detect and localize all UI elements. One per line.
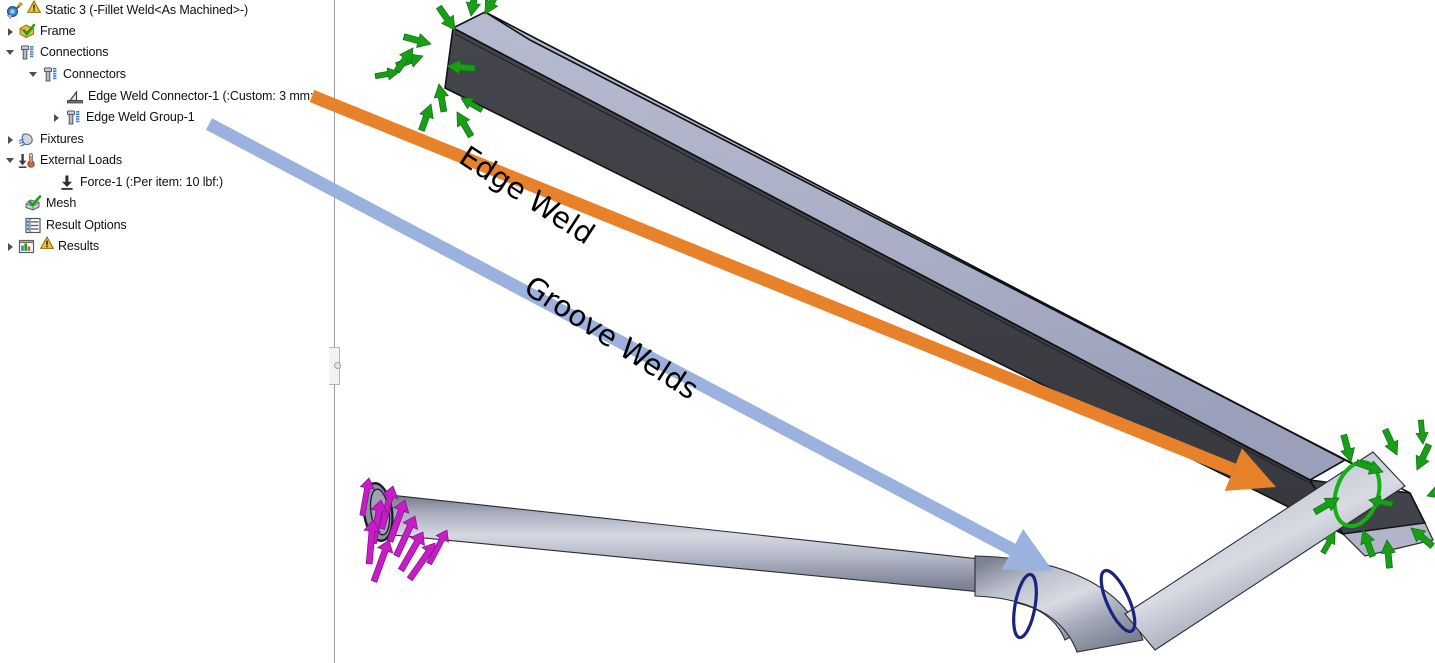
tree-item-result-options-label: Result Options <box>46 218 127 232</box>
tree-item-edge-weld-connector-label: Edge Weld Connector-1 (:Custom: 3 mm:) <box>88 89 318 103</box>
fixture-icon <box>18 131 36 148</box>
tree-item-mesh[interactable]: Mesh <box>24 193 76 214</box>
panel-splitter-grip-icon[interactable] <box>334 362 341 369</box>
tree-item-connections[interactable]: Connections <box>4 42 108 63</box>
tree-item-external-loads-label: External Loads <box>40 153 122 167</box>
warning-icon <box>39 235 55 257</box>
tree-item-results-label: Results <box>58 239 99 253</box>
tree-item-study[interactable]: Static 3 (-Fillet Weld<As Machined>-) <box>6 0 248 21</box>
tree-item-result-options[interactable]: Result Options <box>24 215 127 236</box>
tree-item-connectors[interactable]: Connectors <box>27 64 126 85</box>
simulation-study-icon <box>6 2 23 19</box>
external-loads-icon <box>18 152 36 169</box>
tree-item-results[interactable]: Results <box>4 235 99 257</box>
tree-item-connections-label: Connections <box>40 45 109 59</box>
results-folder-icon <box>18 238 36 255</box>
warning-icon <box>26 0 42 21</box>
tree-item-edge-weld-connector[interactable]: Edge Weld Connector-1 (:Custom: 3 mm:) <box>66 86 317 107</box>
simulation-study-tree-panel[interactable]: Static 3 (-Fillet Weld<As Machined>-) Fr… <box>0 0 334 663</box>
solidworks-simulation-screenshot: Static 3 (-Fillet Weld<As Machined>-) Fr… <box>0 0 1435 663</box>
collapse-chevron-icon-connectors[interactable] <box>27 68 40 81</box>
tree-item-force-label: Force-1 (:Per item: 10 lbf:) <box>80 175 224 189</box>
tree-item-edge-weld-group[interactable]: Edge Weld Group-1 <box>50 107 195 128</box>
tree-item-fixtures[interactable]: Fixtures <box>4 129 84 150</box>
part-body-check-icon <box>18 23 36 40</box>
tree-item-edge-weld-group-label: Edge Weld Group-1 <box>86 110 195 124</box>
mesh-icon <box>24 195 42 212</box>
expand-chevron-icon-frame[interactable] <box>4 25 17 38</box>
tree-item-connectors-label: Connectors <box>63 67 126 81</box>
expand-chevron-icon-edge-weld-group[interactable] <box>50 111 63 124</box>
tree-item-force[interactable]: Force-1 (:Per item: 10 lbf:) <box>58 172 223 193</box>
tree-item-fixtures-label: Fixtures <box>40 132 84 146</box>
expand-chevron-icon-results[interactable] <box>4 240 17 253</box>
force-arrow-icon <box>58 174 76 191</box>
model-scene <box>359 0 1435 653</box>
tree-item-external-loads[interactable]: External Loads <box>4 150 122 171</box>
tree-item-mesh-label: Mesh <box>46 196 77 210</box>
bolt-connector-icon <box>41 66 59 83</box>
3d-graphics-viewport[interactable] <box>335 0 1435 663</box>
collapse-chevron-icon-connections[interactable] <box>4 46 17 59</box>
bolt-connector-icon <box>64 109 82 126</box>
tree-item-frame-label: Frame <box>40 24 76 38</box>
rectangular-tube-beam[interactable] <box>444 11 1434 557</box>
collapse-chevron-icon-external-loads[interactable] <box>4 154 17 167</box>
expand-chevron-icon-fixtures[interactable] <box>4 133 17 146</box>
tree-item-frame[interactable]: Frame <box>4 21 76 42</box>
result-options-icon <box>24 217 42 234</box>
bolt-connector-icon <box>18 44 36 61</box>
panel-divider <box>334 0 335 663</box>
edge-weld-connector-icon <box>66 88 84 105</box>
tree-item-study-label: Static 3 (-Fillet Weld<As Machined>-) <box>45 3 249 17</box>
